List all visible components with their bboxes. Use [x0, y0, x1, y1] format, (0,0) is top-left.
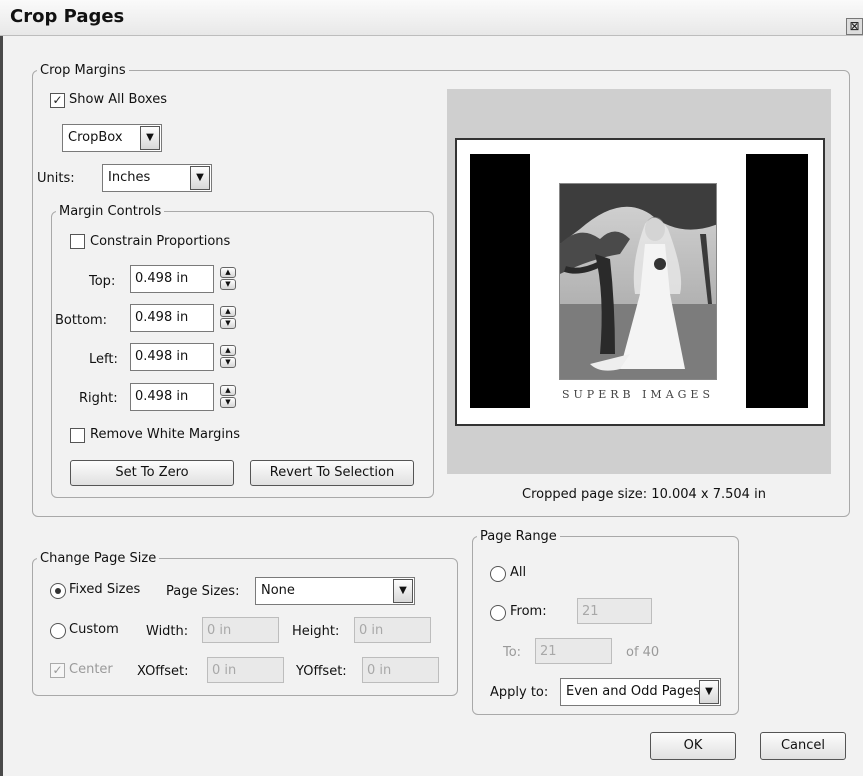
- spin-up-icon[interactable]: ▲: [220, 345, 236, 356]
- change-page-size-legend: Change Page Size: [40, 551, 157, 566]
- box-type-value: CropBox: [68, 130, 123, 145]
- bottom-label: Bottom:: [55, 313, 108, 328]
- top-label: Top:: [89, 274, 116, 289]
- xoffset-input[interactable]: 0 in: [207, 657, 284, 683]
- units-label: Units:: [37, 171, 75, 186]
- height-label: Height:: [292, 624, 340, 639]
- cancel-button[interactable]: Cancel: [760, 732, 846, 760]
- left-label: Left:: [89, 352, 118, 367]
- apply-to-select[interactable]: Even and Odd Pages ▼: [560, 678, 721, 706]
- width-input[interactable]: 0 in: [202, 617, 279, 643]
- constrain-proportions-label[interactable]: Constrain Proportions: [90, 234, 230, 249]
- chevron-down-icon[interactable]: ▼: [393, 579, 413, 603]
- constrain-proportions-checkbox[interactable]: [70, 234, 85, 249]
- center-label[interactable]: Center: [69, 662, 113, 677]
- page-sizes-value: None: [261, 583, 295, 598]
- page-range-legend: Page Range: [480, 529, 557, 544]
- units-value: Inches: [108, 170, 151, 185]
- all-pages-radio[interactable]: [490, 566, 506, 582]
- window-border: [0, 36, 3, 776]
- spin-down-icon[interactable]: ▼: [220, 279, 236, 290]
- ok-button[interactable]: OK: [650, 732, 736, 760]
- cropped-page-size: Cropped page size: 10.004 x 7.504 in: [522, 487, 766, 502]
- spin-down-icon[interactable]: ▼: [220, 357, 236, 368]
- title-bar[interactable]: [0, 0, 863, 36]
- fixed-sizes-radio[interactable]: [50, 583, 66, 599]
- page-outline: [455, 138, 825, 426]
- all-pages-label[interactable]: All: [510, 565, 526, 580]
- custom-radio[interactable]: [50, 623, 66, 639]
- left-margin-input[interactable]: 0.498 in: [130, 343, 214, 371]
- yoffset-label: YOffset:: [296, 664, 347, 679]
- spin-down-icon[interactable]: ▼: [220, 397, 236, 408]
- xoffset-label: XOffset:: [137, 664, 189, 679]
- to-label: To:: [503, 645, 522, 660]
- from-label[interactable]: From:: [510, 604, 547, 619]
- margin-controls-legend: Margin Controls: [59, 204, 162, 219]
- apply-to-label: Apply to:: [490, 685, 549, 700]
- bottom-margin-input[interactable]: 0.498 in: [130, 304, 214, 332]
- top-margin-input[interactable]: 0.498 in: [130, 265, 214, 293]
- to-page-input[interactable]: 21: [535, 638, 612, 664]
- chevron-down-icon[interactable]: ▼: [190, 166, 210, 190]
- spin-up-icon[interactable]: ▲: [220, 306, 236, 317]
- right-margin-input[interactable]: 0.498 in: [130, 383, 214, 411]
- spin-up-icon[interactable]: ▲: [220, 385, 236, 396]
- remove-white-margins-checkbox[interactable]: [70, 428, 85, 443]
- chevron-down-icon[interactable]: ▼: [140, 126, 160, 150]
- remove-white-margins-label[interactable]: Remove White Margins: [90, 427, 240, 442]
- page-sizes-label: Page Sizes:: [166, 584, 240, 599]
- crop-margins-legend: Crop Margins: [40, 63, 126, 78]
- set-to-zero-button[interactable]: Set To Zero: [70, 460, 234, 486]
- spin-up-icon[interactable]: ▲: [220, 267, 236, 278]
- apply-to-value: Even and Odd Pages: [566, 684, 700, 699]
- from-radio[interactable]: [490, 605, 506, 621]
- yoffset-input[interactable]: 0 in: [362, 657, 439, 683]
- page-count-label: of 40: [626, 645, 660, 660]
- box-type-select[interactable]: CropBox ▼: [62, 124, 162, 152]
- units-select[interactable]: Inches ▼: [102, 164, 212, 192]
- from-page-input[interactable]: 21: [577, 598, 652, 624]
- show-all-boxes-checkbox[interactable]: ✓: [50, 93, 65, 108]
- revert-to-selection-button[interactable]: Revert To Selection: [250, 460, 414, 486]
- chevron-down-icon[interactable]: ▼: [699, 680, 719, 704]
- right-margin-spinner[interactable]: ▲ ▼: [220, 385, 236, 409]
- fixed-sizes-label[interactable]: Fixed Sizes: [69, 582, 140, 597]
- center-checkbox[interactable]: ✓: [50, 663, 65, 678]
- custom-label[interactable]: Custom: [69, 622, 119, 637]
- width-label: Width:: [146, 624, 189, 639]
- bottom-margin-spinner[interactable]: ▲ ▼: [220, 306, 236, 330]
- right-label: Right:: [79, 391, 118, 406]
- dialog-title: Crop Pages: [10, 6, 125, 27]
- page-sizes-select[interactable]: None ▼: [255, 577, 415, 605]
- height-input[interactable]: 0 in: [354, 617, 431, 643]
- top-margin-spinner[interactable]: ▲ ▼: [220, 267, 236, 291]
- close-icon[interactable]: ⊠: [846, 18, 863, 35]
- spin-down-icon[interactable]: ▼: [220, 318, 236, 329]
- left-margin-spinner[interactable]: ▲ ▼: [220, 345, 236, 369]
- show-all-boxes-label[interactable]: Show All Boxes: [69, 92, 167, 107]
